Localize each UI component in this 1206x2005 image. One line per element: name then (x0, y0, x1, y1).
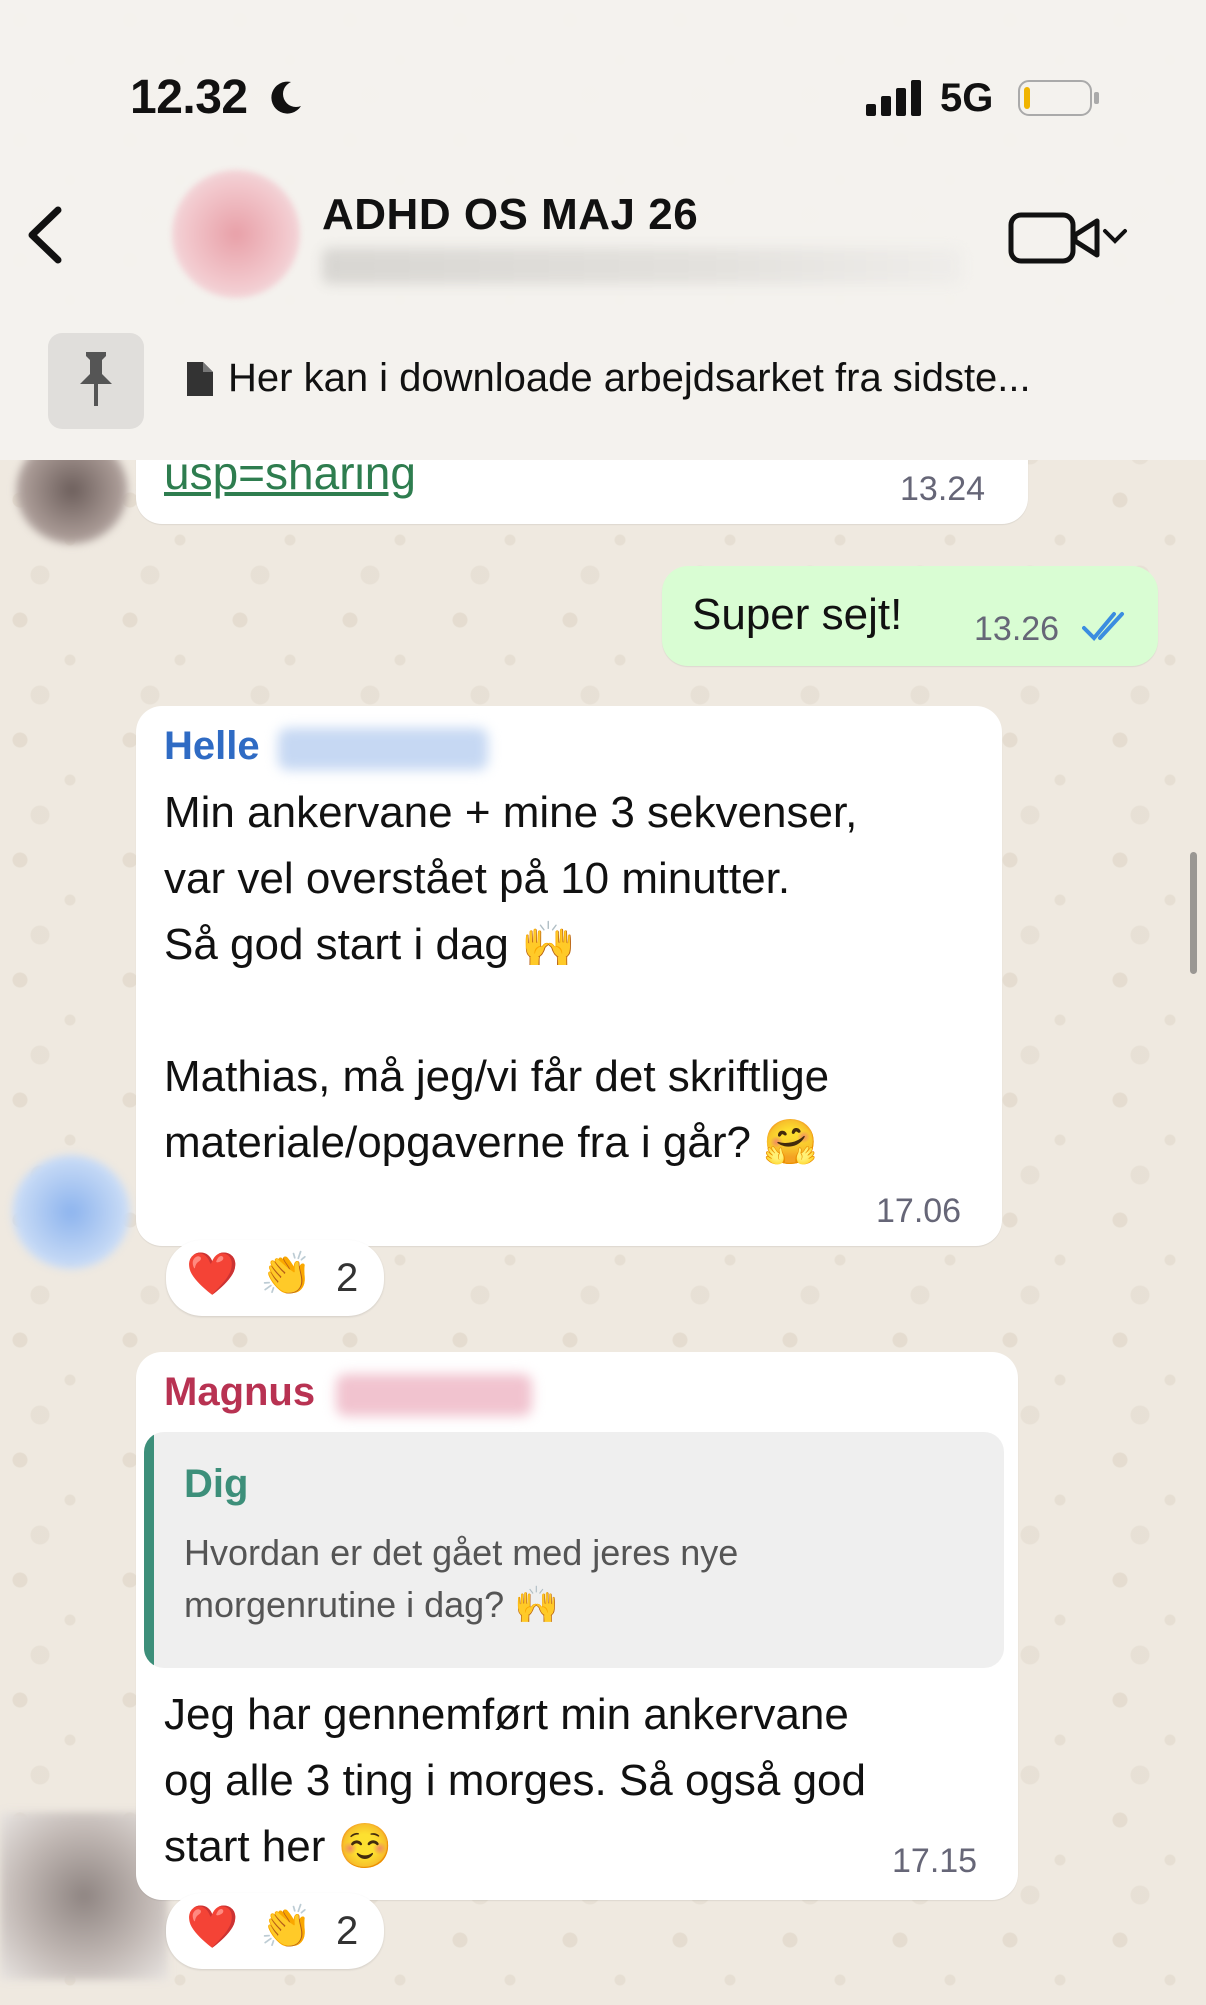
message-line: Mathias, må jeg/vi får det skriftlige (164, 1052, 830, 1101)
message-bubble-helle[interactable]: Helle Min ankervane + mine 3 sekvenser, … (136, 706, 1002, 1246)
quote-line: morgenrutine i dag? 🙌 (184, 1584, 560, 1625)
chat-participants-redacted[interactable] (322, 248, 962, 284)
sender-surname-redacted (278, 728, 488, 770)
message-time: 17.15 (892, 1842, 978, 1880)
reaction-count: 2 (336, 1256, 359, 1300)
sender-surname-redacted (336, 1374, 532, 1416)
quote-line: Hvordan er det gået med jeres nye (184, 1532, 739, 1573)
signal-icon (866, 80, 921, 116)
message-bubble-magnus[interactable]: Magnus Dig Hvordan er det gået med jeres… (136, 1352, 1018, 1900)
quoted-message[interactable]: Dig Hvordan er det gået med jeres nye mo… (144, 1432, 1004, 1668)
quote-accent-bar (144, 1432, 154, 1668)
message-time: 13.24 (900, 470, 986, 508)
moon-icon (271, 81, 301, 114)
network-type: 5G (940, 76, 994, 120)
heart-emoji: ❤️ (186, 1903, 239, 1950)
clap-emoji: 👏 (260, 1250, 313, 1297)
message-line: Så god start i dag 🙌 (164, 920, 576, 969)
message-line: Jeg har gennemført min ankervane (164, 1690, 849, 1739)
reaction-count: 2 (336, 1909, 359, 1953)
message-line: og alle 3 ting i morges. Så også god (164, 1756, 867, 1805)
clap-emoji: 👏 (260, 1903, 313, 1950)
heart-emoji: ❤️ (186, 1250, 239, 1297)
message-line: materiale/opgaverne fra i går? 🤗 (164, 1118, 819, 1167)
message-line: Min ankervane + mine 3 sekvenser, (164, 788, 858, 837)
reactions-helle[interactable]: ❤️ 👏 2 (166, 1240, 384, 1316)
group-avatar[interactable] (172, 170, 300, 298)
document-icon (187, 362, 213, 396)
quote-author: Dig (184, 1462, 249, 1506)
pin-icon (80, 352, 112, 406)
sender-name[interactable]: Helle (164, 724, 260, 769)
video-call-icon[interactable] (1005, 205, 1135, 265)
message-time: 13.26 (974, 610, 1060, 648)
sender-avatar-helle[interactable] (12, 1155, 130, 1269)
message-line: start her ☺️ (164, 1822, 393, 1871)
reactions-magnus[interactable]: ❤️ 👏 2 (166, 1893, 384, 1969)
status-time: 12.32 (130, 71, 248, 124)
chevron-left-icon[interactable] (20, 200, 70, 270)
message-time: 17.06 (876, 1192, 962, 1230)
chat-title[interactable]: ADHD OS MAJ 26 (322, 190, 698, 240)
battery-icon (1018, 80, 1099, 116)
message-bubble-outgoing[interactable]: Super sejt! 13.26 (662, 566, 1158, 666)
message-line: var vel overstået på 10 minutter. (164, 854, 791, 903)
read-receipt-icon (1082, 612, 1124, 641)
pinned-message-text[interactable]: Her kan i downloade arbejdsarket fra sid… (228, 356, 1031, 401)
scrollbar[interactable] (1190, 852, 1197, 974)
message-text: Super sejt! (692, 590, 903, 639)
sender-name[interactable]: Magnus (164, 1370, 315, 1415)
